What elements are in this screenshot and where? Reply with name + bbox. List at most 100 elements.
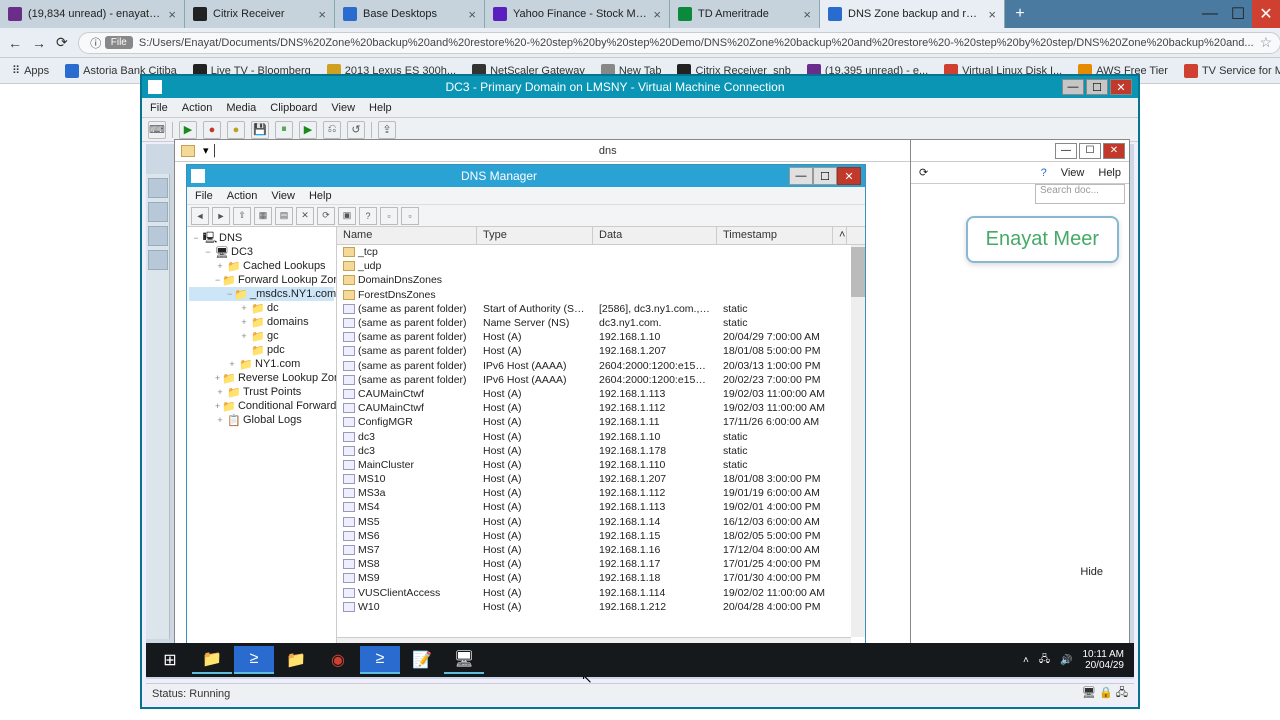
minimize-button[interactable]: — xyxy=(789,167,813,185)
tree-node[interactable]: +📁Reverse Lookup Zones xyxy=(189,371,334,385)
taskbar-explorer-icon[interactable]: 📁 xyxy=(192,646,232,674)
expand-icon[interactable]: − xyxy=(191,233,201,243)
tab-close-icon[interactable]: × xyxy=(653,7,661,22)
record-row[interactable]: VUSClientAccessHost (A)192.168.1.11419/0… xyxy=(337,586,865,600)
export-icon[interactable]: ▣ xyxy=(338,207,356,225)
maximize-button[interactable]: ☐ xyxy=(813,167,837,185)
record-row[interactable]: (same as parent folder)Name Server (NS)d… xyxy=(337,316,865,330)
taskbar-clock[interactable]: 10:11 AM 20/04/29 xyxy=(1082,649,1124,671)
record-row[interactable]: MS10Host (A)192.168.1.20718/01/08 3:00:0… xyxy=(337,472,865,486)
expand-icon[interactable]: + xyxy=(239,331,249,341)
menu-item[interactable]: View xyxy=(331,102,355,114)
record-row[interactable]: (same as parent folder)IPv6 Host (AAAA)2… xyxy=(337,373,865,387)
browser-tab[interactable]: (19,834 unread) - enayatmeer02× xyxy=(0,0,185,28)
record-row[interactable]: CAUMainCtwfHost (A)192.168.1.11219/02/03… xyxy=(337,401,865,415)
menu-item[interactable]: View xyxy=(271,190,295,202)
menu-item[interactable]: Media xyxy=(226,102,256,114)
shutdown-icon[interactable]: ● xyxy=(227,121,245,139)
record-row[interactable]: _udp xyxy=(337,259,865,273)
up-icon[interactable]: ⇧ xyxy=(233,207,251,225)
expand-icon[interactable]: + xyxy=(215,373,220,383)
record-row[interactable]: dc3Host (A)192.168.1.178static xyxy=(337,444,865,458)
record-row[interactable]: MS9Host (A)192.168.1.1817/01/30 4:00:00 … xyxy=(337,571,865,585)
new-tab-button[interactable]: + xyxy=(1005,0,1035,28)
forward-icon[interactable]: → xyxy=(32,34,46,52)
expand-icon[interactable]: + xyxy=(215,261,225,271)
tab-close-icon[interactable]: × xyxy=(168,7,176,22)
help-icon[interactable]: ? xyxy=(1041,167,1047,179)
scrollbar-track[interactable] xyxy=(851,245,865,637)
tab-close-icon[interactable]: × xyxy=(468,7,476,22)
minimize-button[interactable]: — xyxy=(1196,0,1224,28)
record-row[interactable]: MS4Host (A)192.168.1.11319/02/01 4:00:00… xyxy=(337,500,865,514)
tree-node[interactable]: +📁Cached Lookups xyxy=(189,259,334,273)
tab-close-icon[interactable]: × xyxy=(318,7,326,22)
record-row[interactable]: (same as parent folder)Host (A)192.168.1… xyxy=(337,344,865,358)
expand-icon[interactable]: + xyxy=(227,359,237,369)
menu-item[interactable]: Action xyxy=(227,190,258,202)
expand-icon[interactable]: + xyxy=(215,415,225,425)
tree-node[interactable]: +📁dc xyxy=(189,301,334,315)
expand-icon[interactable]: − xyxy=(215,275,220,285)
bookmark-item[interactable]: TV Service for My A... xyxy=(1178,62,1280,80)
dns-menu-bar[interactable]: File Action View Help xyxy=(187,187,865,205)
taskbar-chrome-icon[interactable]: ◉ xyxy=(318,646,358,674)
record-row[interactable]: MS6Host (A)192.168.1.1518/02/05 5:00:00 … xyxy=(337,529,865,543)
tree-node[interactable]: −📁Forward Lookup Zones xyxy=(189,273,334,287)
browser-tab[interactable]: Citrix Receiver× xyxy=(185,0,335,28)
vm-menu-bar[interactable]: FileActionMediaClipboardViewHelp xyxy=(142,98,1138,118)
taskbar-notepad-icon[interactable]: 📝 xyxy=(402,646,442,674)
record-row[interactable]: ConfigMGRHost (A)192.168.1.1117/11/26 6:… xyxy=(337,415,865,429)
start-icon[interactable]: ▶ xyxy=(179,121,197,139)
right-panel-menu[interactable]: ⟳ ? ViewHelp xyxy=(911,162,1129,184)
show-hide-tree-icon[interactable]: ▦ xyxy=(254,207,272,225)
tree-node[interactable]: +📋Global Logs xyxy=(189,413,334,427)
maximize-button[interactable]: ☐ xyxy=(1224,0,1252,28)
record-row[interactable]: (same as parent folder)Host (A)192.168.1… xyxy=(337,330,865,344)
bookmark-star-icon[interactable]: ☆ xyxy=(1260,34,1273,51)
browser-tab[interactable]: Base Desktops× xyxy=(335,0,485,28)
scroll-up-icon[interactable]: ˄ xyxy=(833,227,847,244)
record-row[interactable]: DomainDnsZones xyxy=(337,273,865,287)
dns-title-bar[interactable]: DNS Manager — ☐ ✕ xyxy=(187,165,865,187)
delete-icon[interactable]: ✕ xyxy=(296,207,314,225)
url-field[interactable]: ⓘ File S:/Users/Enayat/Documents/DNS%20Z… xyxy=(78,32,1280,54)
taskbar-ps-icon[interactable]: ≥ xyxy=(360,646,400,674)
back-icon[interactable]: ← xyxy=(8,34,22,52)
close-button[interactable]: ✕ xyxy=(1103,143,1125,159)
tree-node[interactable]: −🖥DC3 xyxy=(189,245,334,259)
reload-icon[interactable]: ⟳ xyxy=(56,34,68,52)
dns-record-list[interactable]: NameTypeDataTimestamp˄ _tcp_udpDomainDns… xyxy=(337,227,865,653)
record-row[interactable]: CAUMainCtwfHost (A)192.168.1.11319/02/03… xyxy=(337,387,865,401)
tree-node[interactable]: −🖳DNS xyxy=(189,231,334,245)
refresh-icon[interactable]: ⟳ xyxy=(317,207,335,225)
hide-button[interactable]: Hide xyxy=(1080,566,1103,578)
record-row[interactable]: (same as parent folder)Start of Authorit… xyxy=(337,302,865,316)
maximize-button[interactable]: ☐ xyxy=(1086,79,1108,95)
checkpoint-icon[interactable]: ⎌ xyxy=(323,121,341,139)
column-header[interactable]: Type xyxy=(477,227,593,244)
record-row[interactable]: MS8Host (A)192.168.1.1717/01/25 4:00:00 … xyxy=(337,557,865,571)
menu-item[interactable]: File xyxy=(195,190,213,202)
tree-node[interactable]: +📁Trust Points xyxy=(189,385,334,399)
column-header[interactable]: Data xyxy=(593,227,717,244)
save-icon[interactable]: 💾 xyxy=(251,121,269,139)
menu-item[interactable]: Action xyxy=(182,102,213,114)
record-row[interactable]: ForestDnsZones xyxy=(337,288,865,302)
menu-item[interactable]: View xyxy=(1061,167,1085,179)
apps-button[interactable]: ⠿Apps xyxy=(6,62,55,79)
column-header[interactable]: Name xyxy=(337,227,477,244)
tree-node[interactable]: −📁_msdcs.NY1.com xyxy=(189,287,334,301)
taskbar-explorer2-icon[interactable]: 📁 xyxy=(276,646,316,674)
right-panel-title-bar[interactable]: — ☐ ✕ xyxy=(911,140,1129,162)
record-row[interactable]: dc3Host (A)192.168.1.10static xyxy=(337,429,865,443)
reset-icon[interactable]: ▶ xyxy=(299,121,317,139)
properties-icon[interactable]: ▤ xyxy=(275,207,293,225)
maximize-button[interactable]: ☐ xyxy=(1079,143,1101,159)
browser-tab[interactable]: Yahoo Finance - Stock Market Li× xyxy=(485,0,670,28)
menu-item[interactable]: Help xyxy=(309,190,332,202)
menu-item[interactable]: Help xyxy=(1098,167,1121,179)
guest-taskbar[interactable]: ⊞ 📁 ≥ 📁 ◉ ≥ 📝 🖥 ˄ 🖧 🔊 10:11 AM 20/04/29 xyxy=(146,643,1134,677)
tree-node[interactable]: +📁domains xyxy=(189,315,334,329)
record-row[interactable]: W10Host (A)192.168.1.21220/04/28 4:00:00… xyxy=(337,600,865,614)
